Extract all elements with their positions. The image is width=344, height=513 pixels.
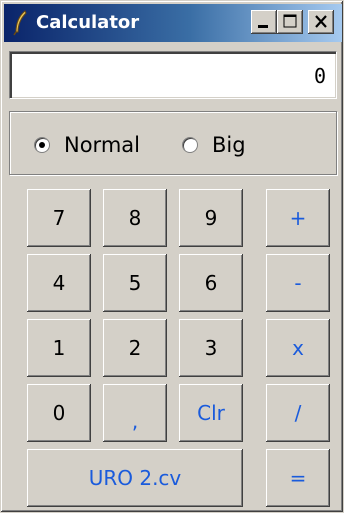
window-title: Calculator (36, 12, 140, 33)
maximize-icon (283, 14, 297, 28)
display-value: 0 (313, 64, 326, 88)
key-1[interactable]: 1 (27, 319, 91, 377)
plus-button[interactable]: + (266, 189, 330, 247)
title-bar[interactable]: Calculator (4, 4, 342, 42)
calculator-window: Calculator 0 Normal Big 7 8 9 + 4 5 6 - … (0, 0, 344, 513)
mode-option-big[interactable]: Big (182, 133, 246, 157)
key-3[interactable]: 3 (179, 319, 243, 377)
multiply-button[interactable]: x (266, 319, 330, 377)
equals-button[interactable]: = (266, 449, 330, 507)
key-9[interactable]: 9 (179, 189, 243, 247)
radio-big[interactable] (182, 137, 198, 153)
radio-normal[interactable] (34, 137, 50, 153)
minus-button[interactable]: - (266, 254, 330, 312)
minimize-icon (258, 25, 268, 28)
key-8[interactable]: 8 (103, 189, 167, 247)
key-5[interactable]: 5 (103, 254, 167, 312)
key-7[interactable]: 7 (27, 189, 91, 247)
maximize-button[interactable] (277, 10, 303, 34)
mode-normal-label: Normal (64, 133, 140, 157)
mode-group: Normal Big (9, 111, 337, 175)
mode-option-normal[interactable]: Normal (34, 133, 140, 157)
decimal-button[interactable]: , (103, 384, 167, 442)
key-2[interactable]: 2 (103, 319, 167, 377)
key-4[interactable]: 4 (27, 254, 91, 312)
decimal-label: , (131, 409, 139, 433)
divide-button[interactable]: / (266, 384, 330, 442)
clear-button[interactable]: Clr (179, 384, 243, 442)
close-icon (315, 15, 327, 28)
feather-icon (12, 10, 28, 36)
key-6[interactable]: 6 (179, 254, 243, 312)
credit-button[interactable]: URO 2.cv (27, 449, 243, 507)
result-display[interactable]: 0 (9, 51, 337, 99)
close-button[interactable] (308, 10, 334, 34)
mode-big-label: Big (212, 133, 246, 157)
minimize-button[interactable] (251, 10, 277, 34)
key-0[interactable]: 0 (27, 384, 91, 442)
